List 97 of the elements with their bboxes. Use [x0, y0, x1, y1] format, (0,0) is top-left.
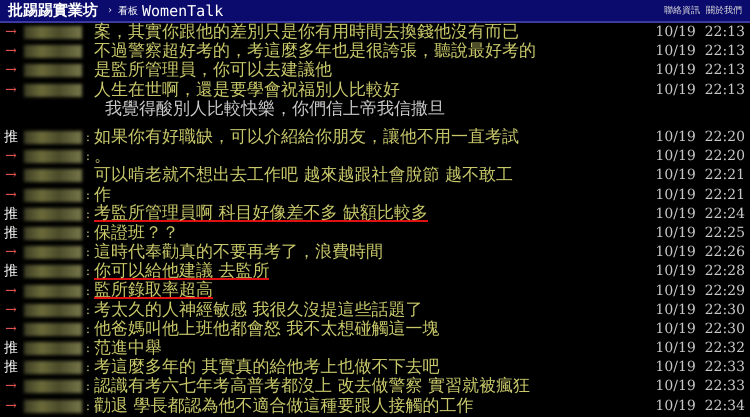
colon-separator: : [86, 148, 90, 166]
breadcrumb-separator: › [108, 5, 112, 16]
comment-tag: → [0, 398, 22, 415]
blurred-username [24, 265, 82, 278]
colon-separator: : [86, 186, 90, 204]
comment-tag: → [0, 148, 22, 166]
comment-time: 10/19 22:21 [655, 167, 745, 184]
blurred-username [24, 226, 82, 240]
comment-tag: → [0, 282, 22, 300]
blurred-username [24, 188, 82, 202]
comment-tag: → [0, 82, 22, 99]
comment-tag: 推 [0, 263, 22, 280]
blurred-username [24, 380, 82, 394]
comment-text: 考太久的人神經敏感 我很久沒提這些話題了 [94, 302, 422, 319]
colon-separator: : [86, 359, 90, 376]
comment-tag: 推 [0, 206, 22, 223]
blurred-username [24, 169, 82, 182]
comment-text: 。 [94, 148, 111, 166]
blurred-username [24, 64, 82, 78]
blurred-username [24, 342, 82, 356]
comment-tag: → [0, 167, 22, 184]
colon-separator: : [86, 129, 90, 146]
blurred-username [24, 131, 82, 144]
comment-time: 10/19 22:13 [655, 82, 745, 99]
comment-text: 保證班？？ [94, 224, 179, 242]
comment-time: 10/19 22:20 [655, 129, 745, 146]
comment-text: 認識有考六七年考高普考都沒上 改去做警察 實習就被瘋狂 [94, 378, 530, 396]
comment-time: 10/19 22:20 [655, 148, 745, 166]
comment-tag: → [0, 378, 22, 396]
colon-separator: : [86, 224, 90, 242]
site-title[interactable]: 批踢踢實業坊 [8, 1, 98, 20]
colon-separator: : [86, 302, 90, 319]
comment-text: 考監所管理員啊 科目好像差不多 缺額比較多 [94, 206, 428, 222]
blurred-username [24, 84, 82, 97]
blurred-username [24, 150, 82, 164]
comment-text: 作 [94, 186, 111, 204]
comment-text: 人生在世啊，還是要學會祝福別人比較好 [94, 82, 400, 99]
blurred-username [24, 304, 82, 317]
comment-time: 10/19 22:21 [655, 186, 745, 204]
blurred-username [24, 26, 82, 40]
blurred-username [24, 361, 82, 374]
colon-separator: : [86, 263, 90, 280]
comment-text: 他爸媽叫他上班他都會怒 我不太想碰觸這一塊 [94, 320, 440, 338]
comment-time: 10/19 22:30 [655, 302, 745, 319]
comment-tag: 推 [0, 224, 22, 242]
blurred-username [24, 208, 82, 221]
colon-separator: : [86, 378, 90, 396]
comment-time: 10/19 22:34 [655, 398, 745, 415]
comment-time: 10/19 22:29 [655, 282, 745, 300]
comment-time: 10/19 22:33 [655, 378, 745, 396]
comment-tag: 推 [0, 340, 22, 358]
comment-text: 可以啃老就不想出去工作吧 越來越跟社會脫節 越不敢工 [94, 167, 513, 184]
comment-text: 如果你有好職缺，可以介紹給你朋友，讓他不用一直考試 [94, 129, 519, 146]
header-link[interactable]: 關於我們 [706, 4, 742, 17]
comment-tag: → [0, 302, 22, 319]
blurred-username [24, 45, 82, 58]
colon-separator: : [86, 320, 90, 338]
content-text: 我覺得酸別人比較快樂，你們信上帝我信撒旦 [105, 100, 445, 118]
comment-tag: → [0, 62, 22, 80]
comment-tag: → [0, 24, 22, 42]
colon-separator: : [86, 282, 90, 300]
colon-separator: : [86, 398, 90, 415]
board-label: 看板 [118, 4, 138, 18]
colon-separator: : [86, 206, 90, 223]
comment-tag: → [0, 244, 22, 262]
comment-time: 10/19 22:28 [655, 263, 745, 280]
blurred-username [24, 284, 82, 298]
comment-text: 勸退 學長都認為他不適合做這種要跟人接觸的工作 [94, 398, 474, 415]
comment-time: 10/19 22:25 [655, 224, 745, 242]
colon-separator: : [86, 244, 90, 262]
comment-text: 范進中舉 [94, 340, 162, 358]
comment-time: 10/19 22:13 [655, 62, 745, 80]
comment-time: 10/19 22:33 [655, 359, 745, 376]
blurred-username [24, 400, 82, 413]
comment-time: 10/19 22:24 [655, 206, 745, 223]
comment-time: 10/19 22:32 [655, 340, 745, 358]
comment-tag: 推 [0, 359, 22, 376]
blurred-username [24, 322, 82, 336]
comment-time: 10/19 22:26 [655, 244, 745, 262]
comment-tag: → [0, 320, 22, 338]
comment-time: 10/19 22:13 [655, 43, 745, 60]
board-name[interactable]: WomenTalk [142, 2, 224, 20]
comment-text: 這時代奉勸真的不要再考了，浪費時間 [94, 244, 383, 262]
header-link[interactable]: 聯絡資訊 [664, 4, 700, 17]
comment-tag: → [0, 43, 22, 60]
comment-text: 你可以給他建議 去監所 [94, 264, 270, 280]
comment-time: 10/19 22:13 [655, 24, 745, 42]
comment-tag: → [0, 186, 22, 204]
comment-time: 10/19 22:30 [655, 320, 745, 338]
comment-text: 案，其實你跟他的差別只是你有用時間去換錢他沒有而已 [94, 24, 519, 42]
comment-text: 考這麼多年的 其實真的給他考上也做不下去吧 [94, 359, 440, 376]
colon-separator: : [86, 340, 90, 358]
comment-text: 不過警察超好考的，考這麼多年也是很誇張，聽說最好考的 [94, 43, 536, 60]
comment-tag: 推 [0, 129, 22, 146]
comment-text: 是監所管理員，你可以去建議他 [94, 62, 332, 80]
blurred-username [24, 246, 82, 260]
comment-text: 監所錄取率超高 [94, 283, 213, 300]
